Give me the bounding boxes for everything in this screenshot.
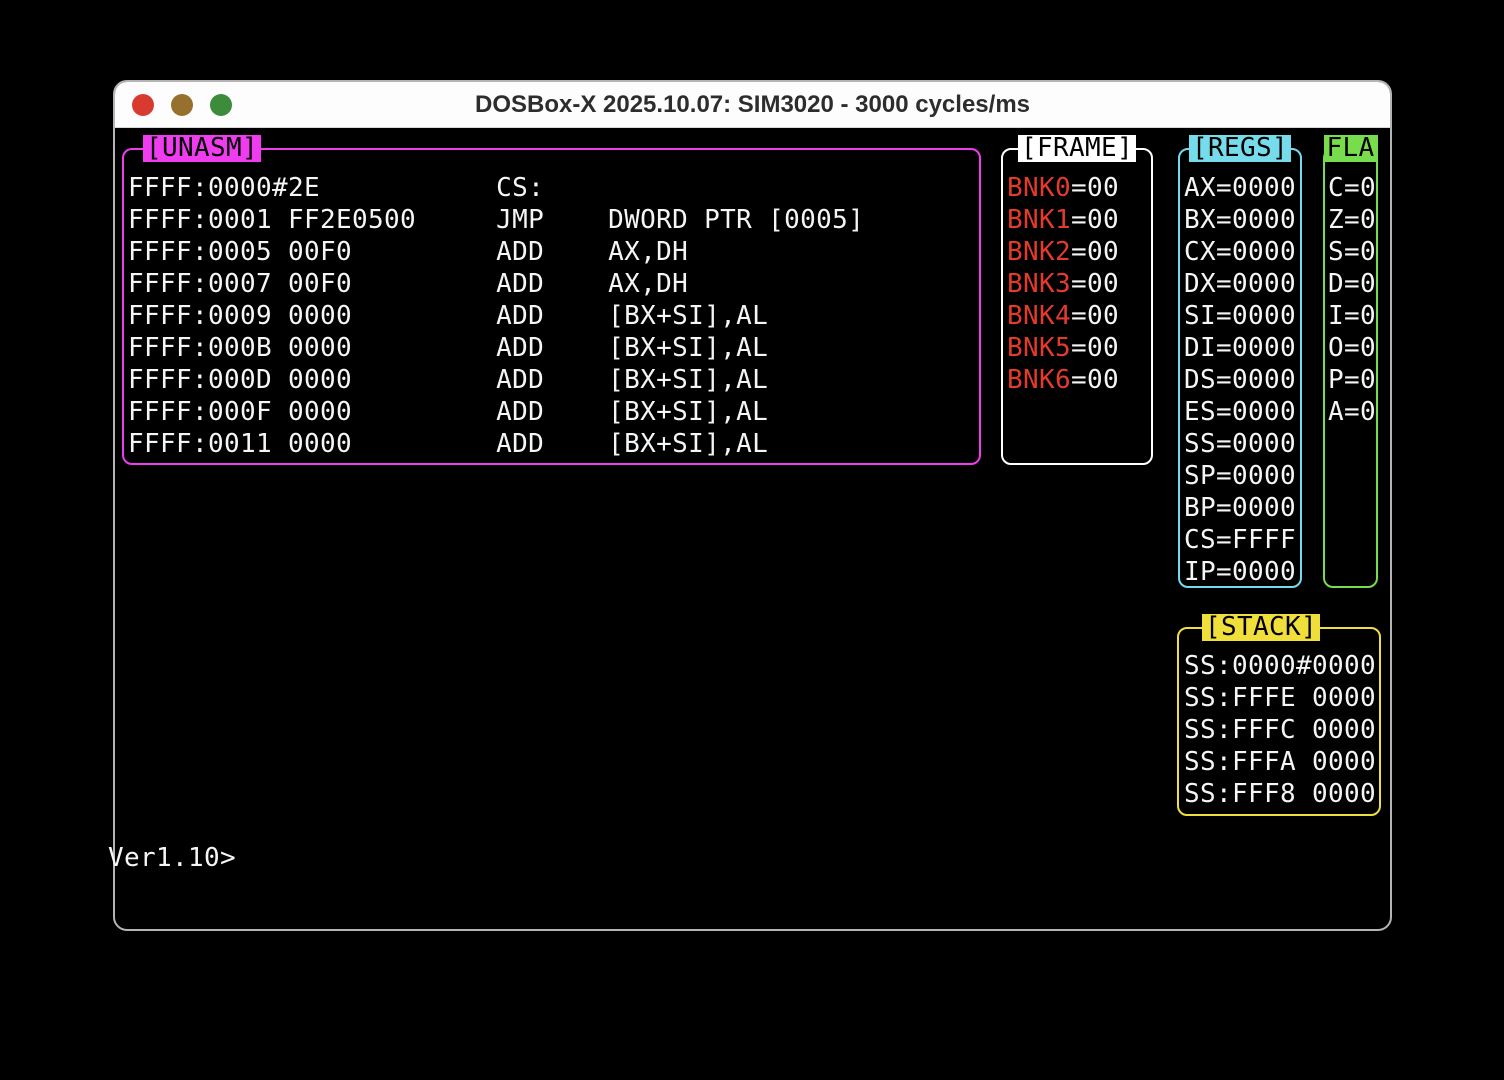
bank-list: BNK0=00 BNK1=00 BNK2=00 BNK3=00 BNK4=00 …: [1003, 150, 1151, 396]
disasm-line: FFFF:0000#2E CS:: [128, 172, 979, 204]
flag-row: S=0: [1328, 236, 1376, 268]
register-row: DI=0000: [1184, 332, 1300, 364]
bank-value: =00: [1071, 205, 1119, 235]
bank-value: =00: [1071, 269, 1119, 299]
bank-value: =00: [1071, 333, 1119, 363]
disasm-line: FFFF:0005 00F0 ADD AX,DH: [128, 236, 979, 268]
bank-row: BNK3=00: [1007, 268, 1151, 300]
register-row: SI=0000: [1184, 300, 1300, 332]
register-row: ES=0000: [1184, 396, 1300, 428]
disasm-line: FFFF:0001 FF2E0500 JMP DWORD PTR [0005]: [128, 204, 979, 236]
flag-row: P=0: [1328, 364, 1376, 396]
flags-panel: FLA C=0 Z=0 S=0 D=0 I=0 O=0 P=0 A=0: [1323, 148, 1378, 588]
stack-row: SS:FFFA 0000: [1184, 746, 1379, 778]
stack-row: SS:0000#0000: [1184, 650, 1379, 682]
regs-panel: [REGS] AX=0000 BX=0000 CX=0000 DX=0000 S…: [1178, 148, 1302, 588]
register-row: AX=0000: [1184, 172, 1300, 204]
disasm-line: FFFF:0011 0000 ADD [BX+SI],AL: [128, 428, 979, 460]
disasm-line: FFFF:000D 0000 ADD [BX+SI],AL: [128, 364, 979, 396]
stack-row: SS:FFF8 0000: [1184, 778, 1379, 810]
flags-panel-label: FLA: [1323, 135, 1377, 162]
disasm-line: FFFF:0007 00F0 ADD AX,DH: [128, 268, 979, 300]
dosbox-window: DOSBox-X 2025.10.07: SIM3020 - 3000 cycl…: [113, 80, 1392, 931]
register-row: BP=0000: [1184, 492, 1300, 524]
stack-panel-label: [STACK]: [1202, 614, 1320, 641]
unasm-panel-label: [UNASM]: [143, 135, 261, 162]
bank-row: BNK0=00: [1007, 172, 1151, 204]
stack-row: SS:FFFC 0000: [1184, 714, 1379, 746]
flag-row: D=0: [1328, 268, 1376, 300]
register-row: DX=0000: [1184, 268, 1300, 300]
register-row: BX=0000: [1184, 204, 1300, 236]
flag-row: Z=0: [1328, 204, 1376, 236]
register-row: CS=FFFF: [1184, 524, 1300, 556]
bank-value: =00: [1071, 237, 1119, 267]
unasm-listing: FFFF:0000#2E CS: FFFF:0001 FF2E0500 JMP …: [124, 150, 979, 460]
bank-name: BNK0: [1007, 173, 1071, 203]
bank-value: =00: [1071, 301, 1119, 331]
flag-list: C=0 Z=0 S=0 D=0 I=0 O=0 P=0 A=0: [1325, 150, 1376, 428]
stack-list: SS:0000#0000 SS:FFFE 0000 SS:FFFC 0000 S…: [1179, 629, 1379, 810]
bank-row: BNK6=00: [1007, 364, 1151, 396]
zoom-button[interactable]: [210, 94, 232, 116]
command-prompt[interactable]: Ver1.10>: [108, 842, 236, 874]
bank-name: BNK4: [1007, 301, 1071, 331]
bank-name: BNK6: [1007, 365, 1071, 395]
close-button[interactable]: [132, 94, 154, 116]
regs-panel-label: [REGS]: [1189, 135, 1291, 162]
title-bar[interactable]: DOSBox-X 2025.10.07: SIM3020 - 3000 cycl…: [115, 82, 1390, 128]
frame-panel-label: [FRAME]: [1018, 135, 1136, 162]
stack-row: SS:FFFE 0000: [1184, 682, 1379, 714]
register-row: SS=0000: [1184, 428, 1300, 460]
bank-row: BNK5=00: [1007, 332, 1151, 364]
disasm-line: FFFF:000F 0000 ADD [BX+SI],AL: [128, 396, 979, 428]
flag-row: I=0: [1328, 300, 1376, 332]
bank-name: BNK5: [1007, 333, 1071, 363]
stack-panel: [STACK] SS:0000#0000 SS:FFFE 0000 SS:FFF…: [1177, 627, 1381, 816]
flag-row: O=0: [1328, 332, 1376, 364]
minimize-button[interactable]: [171, 94, 193, 116]
register-row: IP=0000: [1184, 556, 1300, 588]
bank-name: BNK3: [1007, 269, 1071, 299]
register-list: AX=0000 BX=0000 CX=0000 DX=0000 SI=0000 …: [1180, 150, 1300, 588]
bank-value: =00: [1071, 173, 1119, 203]
window-title: DOSBox-X 2025.10.07: SIM3020 - 3000 cycl…: [475, 91, 1030, 119]
frame-panel: [FRAME] BNK0=00 BNK1=00 BNK2=00 BNK3=00 …: [1001, 148, 1153, 465]
flag-row: A=0: [1328, 396, 1376, 428]
disasm-line: FFFF:0009 0000 ADD [BX+SI],AL: [128, 300, 979, 332]
flag-row: C=0: [1328, 172, 1376, 204]
bank-row: BNK4=00: [1007, 300, 1151, 332]
bank-name: BNK1: [1007, 205, 1071, 235]
register-row: SP=0000: [1184, 460, 1300, 492]
disasm-line: FFFF:000B 0000 ADD [BX+SI],AL: [128, 332, 979, 364]
bank-value: =00: [1071, 365, 1119, 395]
register-row: CX=0000: [1184, 236, 1300, 268]
bank-row: BNK2=00: [1007, 236, 1151, 268]
bank-row: BNK1=00: [1007, 204, 1151, 236]
traffic-lights: [132, 82, 232, 127]
register-row: DS=0000: [1184, 364, 1300, 396]
bank-name: BNK2: [1007, 237, 1071, 267]
unasm-panel: [UNASM] FFFF:0000#2E CS: FFFF:0001 FF2E0…: [122, 148, 981, 465]
